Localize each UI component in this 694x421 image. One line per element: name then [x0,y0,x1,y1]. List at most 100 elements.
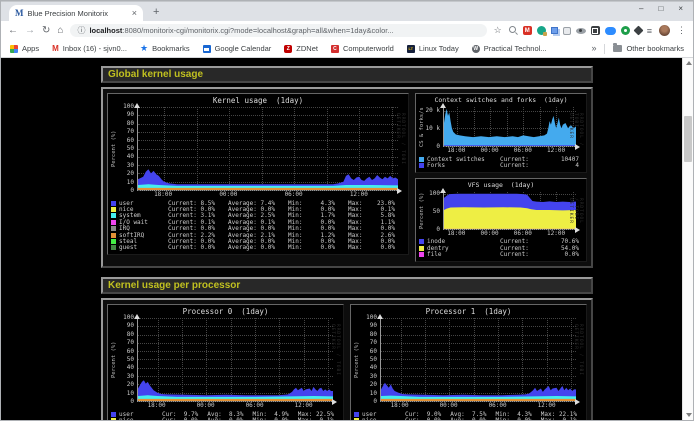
bookmark-google-calendar[interactable]: Google Calendar [203,44,272,53]
y-tick: 60 [370,349,377,355]
y-axis-arrow-icon [440,103,446,108]
y-tick: 100 [123,104,134,110]
screenshot-extension-icon[interactable] [591,26,600,35]
globe-extension-icon[interactable] [537,26,546,35]
legend-swatch [419,239,424,244]
stat-key: Max: [541,417,555,420]
other-bookmarks[interactable]: Other bookmarks [613,44,684,53]
chart-vfs-usage[interactable]: VFS usage (1day)Percent (%)050100RRDTOOL… [415,178,587,262]
legend-row: fileCurrent:0.0% [419,252,583,258]
new-tab-button[interactable]: + [153,7,159,18]
home-icon[interactable]: ⌂ [57,26,63,36]
y-tick: 80 [127,121,134,127]
chart-legend: inodeCurrent:70.6%dentryCurrent:54.0%fil… [419,239,583,258]
y-tick-labels: 0102030405060708090100 [120,318,137,402]
y-axis-label: Percent (%) [354,318,363,402]
y-tick: 0 [373,399,377,405]
plot-area [137,318,333,402]
x-tick: 06:00 [246,403,264,409]
stat-value: 0.1% [320,417,334,420]
bookmark-linux-today[interactable]: LTLinux Today [407,44,459,53]
address-bar[interactable]: ⓘ localhost:8080/monitorix-cgi/monitorix… [70,24,486,37]
apps-grid-icon [10,45,18,53]
legend-stat: Cur:0.0% [405,417,447,420]
reading-list-icon[interactable]: ≡ [647,26,652,35]
bookmark-bookmarks[interactable]: ★Bookmarks [140,44,190,53]
legend-label: file [427,251,497,258]
stat-key: Min: [496,417,510,420]
pages-extension-icon[interactable] [551,27,558,34]
y-tick: 100 [366,315,377,321]
stat-key: Cur: [162,417,176,420]
minimize-button[interactable]: – [639,5,643,13]
tab-strip: M Blue Precision Monitorix × + – □ × [1,1,693,21]
legend-stat: Current:0.0% [500,251,583,258]
x-tick: 06:00 [514,231,532,237]
legend-swatch [111,207,116,212]
legend-stat: Avg:0.0% [207,417,249,420]
maximize-button[interactable]: □ [658,5,663,13]
scroll-down-icon[interactable] [686,413,692,417]
bookmark-practical-technology[interactable]: WPractical Technol... [472,44,547,53]
plot-area [380,318,576,402]
url-text[interactable]: localhost:8080/monitorix-cgi/monitorix.c… [89,26,393,35]
y-tick: 20 [127,171,134,177]
legend-swatch [111,213,116,218]
legend-row: niceCur:0.0%Avg:0.0%Min:0.0%Max:0.1% [111,417,340,420]
page-scrollbar[interactable] [682,58,693,420]
profile-avatar[interactable] [659,25,670,36]
bookmark-inbox[interactable]: MInbox (16) - sjvn0... [52,44,127,53]
y-axis-arrow-icon [134,103,140,108]
chart-processor-0[interactable]: Processor 0 (1day)Percent (%)01020304050… [107,304,344,420]
plot-area [137,107,398,191]
stat-value: 0.0% [229,417,243,420]
bookmark-apps[interactable]: Apps [10,44,39,53]
x-tick-labels: 18:0000:0006:0012:00 [443,147,576,155]
gmail-extension-icon[interactable]: M [523,26,532,35]
y-tick: 50 [370,357,377,363]
bookmark-computerworld[interactable]: CComputerworld [331,44,394,53]
tab-blue-precision-monitorix[interactable]: M Blue Precision Monitorix × [9,5,143,21]
back-icon[interactable]: ← [8,26,18,36]
bookmark-zdnet[interactable]: ZZDNet [284,44,318,53]
stat-key: Max: [298,417,312,420]
close-button[interactable]: × [678,5,683,13]
y-tick: 10 k [426,126,440,132]
legend-swatch [111,418,116,420]
y-tick: 0 [130,399,134,405]
chart-processor-1[interactable]: Processor 1 (1day)Percent (%)01020304050… [350,304,587,420]
y-tick: 30 [370,374,377,380]
green-extension-icon[interactable] [621,26,630,35]
stat-value: 0.0% [565,251,579,258]
tab-close-icon[interactable]: × [132,9,137,18]
rrdtool-watermark: RRDTOOL / TOBI OETIKER [568,198,583,230]
bookmarks-overflow-icon[interactable]: » [591,44,596,53]
processor-1-title: Processor 1 (1day) [354,307,583,316]
context-switches-body: CS & forks/s010 k20 kRRDTOOL / TOBI OETI… [419,107,583,147]
search-extension-icon[interactable] [509,26,518,35]
pin-extension-icon[interactable] [633,26,643,36]
bookmark-label: Practical Technol... [484,44,547,53]
processor-0-body: Percent (%)0102030405060708090100RRDTOOL… [111,318,340,402]
monitorix-content: Global kernel usage Kernel usage (1day)P… [101,66,593,420]
gmail-icon: M [52,45,59,53]
chart-kernel-usage[interactable]: Kernel usage (1day)Percent (%)0102030405… [107,93,409,255]
scrollbar-thumb[interactable] [684,116,692,162]
zoom-extension-icon[interactable] [605,27,616,35]
chart-context-switches-forks[interactable]: Context switches and forks (1day)CS & fo… [415,93,587,173]
page-info-icon[interactable]: ⓘ [77,27,85,35]
x-tick: 18:00 [391,403,409,409]
browser-menu-icon[interactable]: ⋮ [677,26,686,35]
stat-key: Min: [288,244,302,251]
bookmark-label: ZDNet [296,44,318,53]
scroll-up-icon[interactable] [686,61,692,65]
y-tick: 90 [370,323,377,329]
legend-row: niceCur:0.0%Avg:0.0%Min:0.0%Max:0.1% [354,417,583,420]
stat-key: Avg: [450,417,464,420]
legend-row: ForksCurrent:4 [419,162,583,168]
eye-extension-icon[interactable] [576,28,586,34]
forward-icon[interactable]: → [25,26,35,36]
box-extension-icon[interactable] [563,27,571,35]
reload-icon[interactable]: ↻ [42,26,50,36]
bookmark-star-icon[interactable]: ☆ [494,26,502,35]
